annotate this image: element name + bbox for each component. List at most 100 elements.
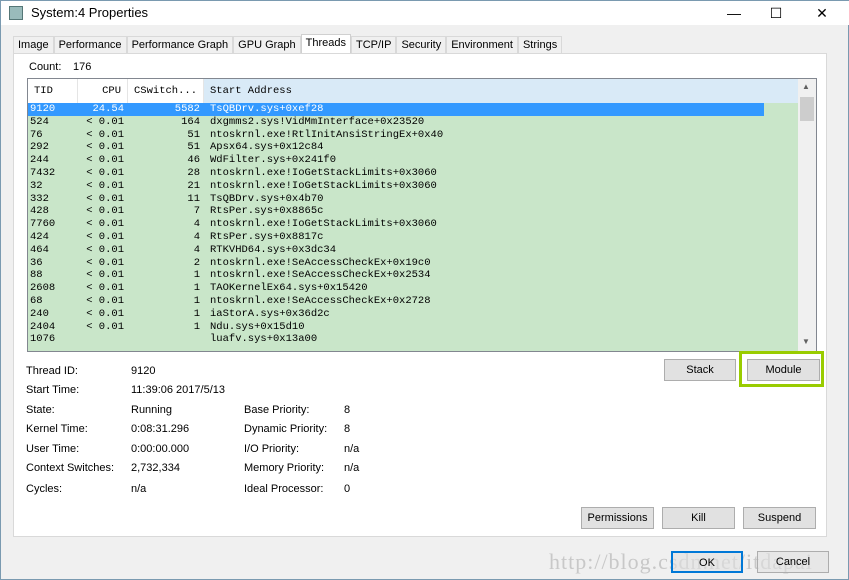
cell-start-address: luafv.sys+0x13a00 [210,333,318,346]
tab-security[interactable]: Security [396,36,447,54]
cell-start-address: ntoskrnl.exe!SeAccessCheckEx+0x19c0 [210,256,431,269]
table-row[interactable]: 428 < 0.01 7 RtsPer.sys+0x8865c [28,205,764,218]
scroll-thumb[interactable] [800,97,814,121]
tab-strings[interactable]: Strings [517,36,563,54]
column-cpu[interactable]: ﹀ CPU [78,79,128,103]
cell-cswitch: 164 [181,115,200,128]
kill-button[interactable]: Kill [662,507,735,529]
cell-tid: 332 [30,192,49,205]
maximize-button[interactable]: ☐ [753,1,799,25]
state-value: Running [131,404,172,416]
memory-priority-label: Memory Priority: [244,462,325,474]
app-icon [9,6,23,20]
cell-tid: 292 [30,141,49,154]
table-row[interactable]: 7432 < 0.01 28 ntoskrnl.exe!IoGetStackLimit… [28,167,764,180]
cell-start-address: Ndu.sys+0x15d10 [210,320,305,333]
table-row[interactable]: 244 < 0.01 46 WdFilter.sys+0x241f0 [28,154,764,167]
cell-tid: 2404 [30,320,56,333]
cell-tid: 7760 [30,218,56,231]
scroll-up-icon[interactable]: ▲ [802,82,810,91]
table-row[interactable]: 292 < 0.01 51 Apsx64.sys+0x12c84 [28,141,764,154]
cell-cswitch: 4 [193,218,200,231]
table-row[interactable]: 88 < 0.01 1 ntoskrnl.exe!SeAccessCheckEx+0x… [28,269,764,282]
count-value: 176 [73,61,92,73]
threads-list[interactable]: TID ﹀ CPU CSwitch... Start Address 9120 24… [27,78,817,352]
cell-tid: 32 [30,179,43,192]
sort-chevron-icon: ﹀ [100,78,108,86]
tab-environment[interactable]: Environment [446,36,518,54]
dynamic-priority-label: Dynamic Priority: [244,423,328,435]
cell-cpu: 24.54 [92,103,124,115]
table-row[interactable]: 32 < 0.01 21 ntoskrnl.exe!IoGetStackLimits+… [28,180,764,193]
cell-start-address: dxgmms2.sys!VidMmInterface+0x23520 [210,115,425,128]
cell-tid: 240 [30,307,49,320]
list-header: TID ﹀ CPU CSwitch... Start Address [28,79,816,103]
ok-button[interactable]: OK [671,551,743,573]
close-button[interactable]: ✕ [799,1,845,25]
cell-cpu: < 0.01 [86,243,124,256]
cell-cswitch: 1 [193,294,200,307]
cell-cpu: < 0.01 [86,166,124,179]
column-start-address[interactable]: Start Address [204,79,816,103]
window-title: System:4 Properties [31,5,149,20]
cell-start-address: ntoskrnl.exe!IoGetStackLimits+0x3060 [210,166,437,179]
io-priority-label: I/O Priority: [244,443,300,455]
io-priority-value: n/a [344,443,360,455]
table-row[interactable]: 68 < 0.01 1 ntoskrnl.exe!SeAccessCheckEx+0x… [28,295,764,308]
table-row[interactable]: 9120 24.54 5582 TsQBDrv.sys+0xef28 [28,103,764,116]
user-time-label: User Time: [26,443,80,455]
column-cswitch[interactable]: CSwitch... [128,79,204,103]
cell-start-address: TsQBDrv.sys+0xef28 [210,103,324,115]
table-row[interactable]: 240 < 0.01 1 iaStorA.sys+0x36d2c [28,308,764,321]
permissions-button[interactable]: Permissions [581,507,654,529]
thread-id-label: Thread ID: [26,365,78,377]
cell-start-address: Apsx64.sys+0x12c84 [210,141,324,154]
cell-start-address: WdFilter.sys+0x241f0 [210,154,337,167]
table-row[interactable]: 464 < 0.01 4 RTKVHD64.sys+0x3dc34 [28,244,764,257]
ideal-processor-label: Ideal Processor: [244,483,324,495]
cell-cpu: < 0.01 [86,205,124,218]
cell-cswitch: 1 [193,320,200,333]
table-row[interactable]: 524 < 0.01 164 dxgmms2.sys!VidMmInterface+0… [28,116,764,129]
cell-cpu: < 0.01 [86,320,124,333]
table-row[interactable]: 7760 < 0.01 4 ntoskrnl.exe!IoGetStackLimits… [28,218,764,231]
tab-gpu-graph[interactable]: GPU Graph [233,36,301,54]
module-button[interactable]: Module [747,359,820,381]
kernel-time-value: 0:08:31.296 [131,423,190,435]
minimize-button[interactable]: — [711,1,757,25]
cycles-value: n/a [131,483,147,495]
cell-cswitch: 4 [193,243,200,256]
suspend-button[interactable]: Suspend [743,507,816,529]
column-tid[interactable]: TID [28,79,78,103]
state-label: State: [26,404,55,416]
table-row[interactable]: 424 < 0.01 4 RtsPer.sys+0x8817c [28,231,764,244]
table-row[interactable]: 36 < 0.01 2 ntoskrnl.exe!SeAccessCheckEx+0x… [28,257,764,270]
cell-cpu: < 0.01 [86,256,124,269]
cell-cswitch: 1 [193,282,200,295]
cancel-button[interactable]: Cancel [757,551,829,573]
tab-performance[interactable]: Performance [53,36,127,54]
cell-tid: 524 [30,115,49,128]
cell-cswitch [128,333,204,346]
vertical-scrollbar[interactable]: ▲ ▼ [798,79,816,351]
tab-threads[interactable]: Threads [300,34,351,54]
cell-cpu: < 0.01 [86,154,124,167]
cell-tid: 7432 [30,166,56,179]
tab-image[interactable]: Image [13,36,54,54]
cell-start-address: ntoskrnl.exe!IoGetStackLimits+0x3060 [210,179,437,192]
stack-button[interactable]: Stack [664,359,736,381]
cell-cswitch: 51 [187,128,200,141]
table-row[interactable]: 2608 < 0.01 1 TAOKernelEx64.sys+0x15420 [28,282,764,295]
table-row[interactable]: 76 < 0.01 51 ntoskrnl.exe!RtlInitAnsiString… [28,129,764,142]
cell-cswitch: 1 [193,307,200,320]
cell-cswitch: 7 [193,205,200,218]
table-row[interactable]: 1076 luafv.sys+0x13a00 [28,333,764,346]
tab-tcp-ip[interactable]: TCP/IP [351,36,397,54]
thread-id-value: 9120 [131,365,156,377]
tab-performance-graph[interactable]: Performance Graph [126,36,234,54]
table-row[interactable]: 2404 < 0.01 1 Ndu.sys+0x15d10 [28,321,764,334]
cell-cswitch: 28 [187,166,200,179]
scroll-down-icon[interactable]: ▼ [802,337,810,346]
table-row[interactable]: 332 < 0.01 11 TsQBDrv.sys+0x4b70 [28,193,764,206]
title-bar: System:4 Properties — ☐ ✕ [1,1,849,25]
